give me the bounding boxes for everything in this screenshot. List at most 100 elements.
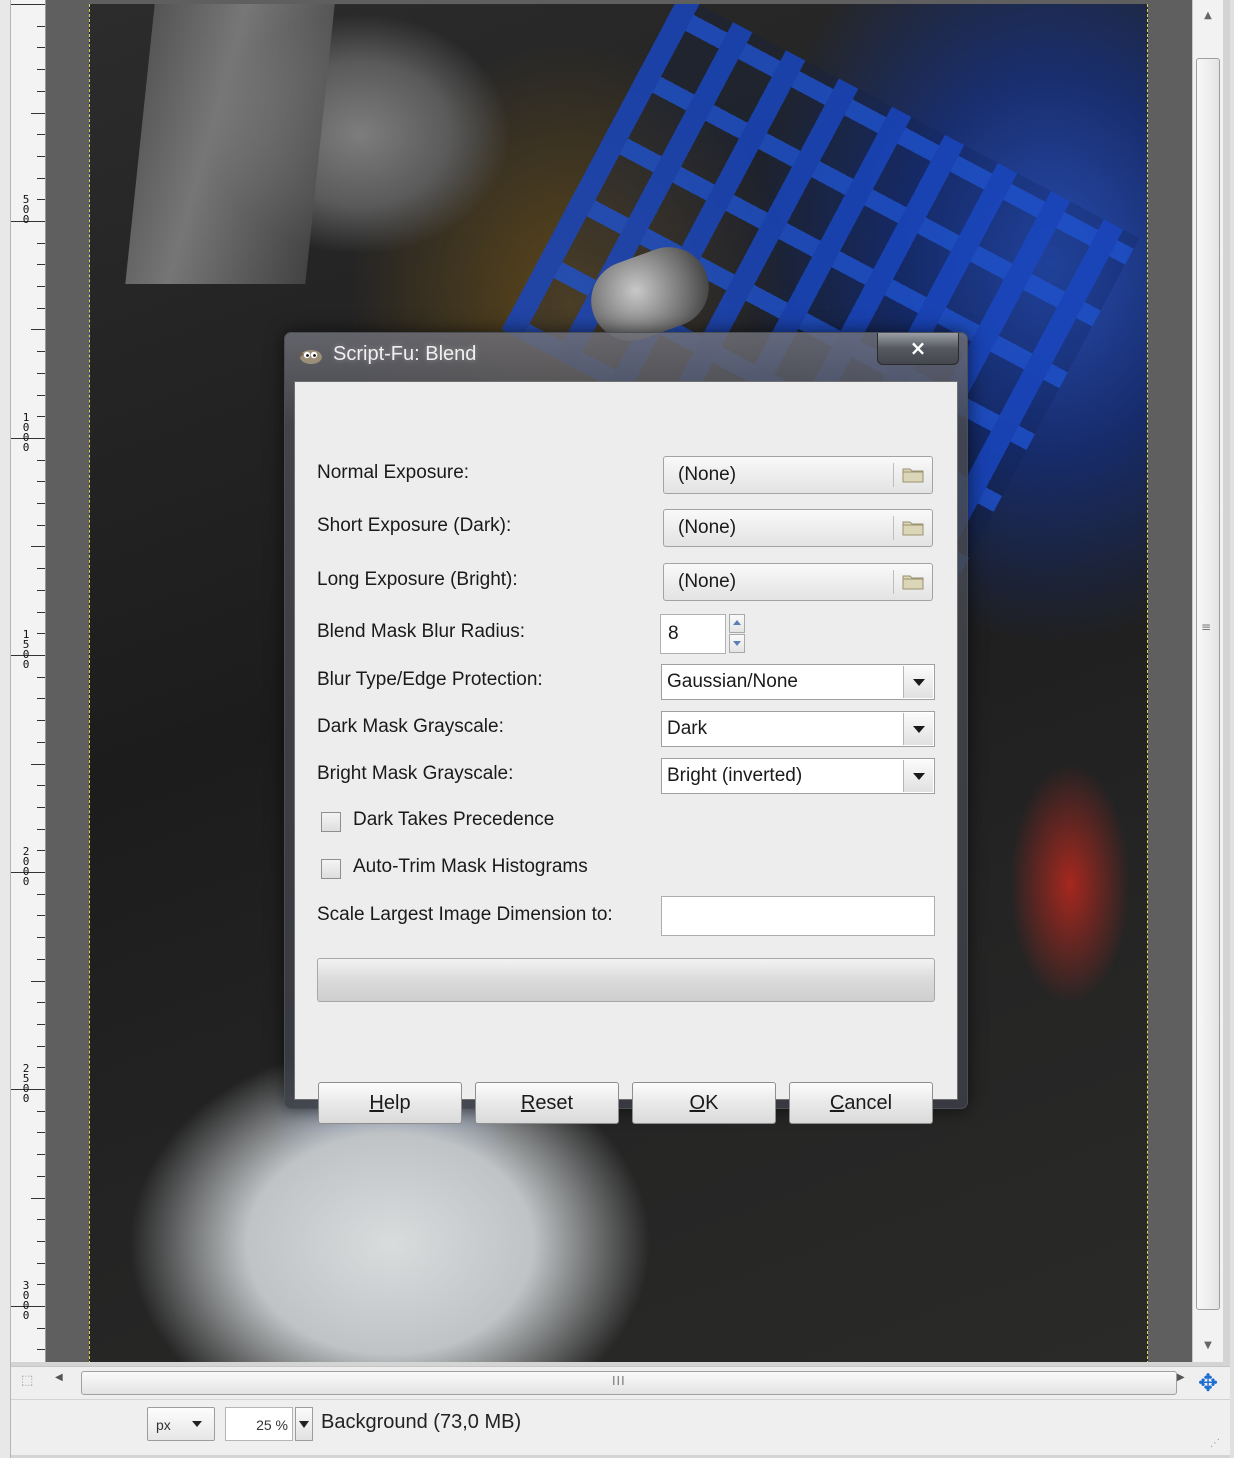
photo-stone-region xyxy=(125,4,335,284)
ruler-tick xyxy=(37,134,45,135)
normal-exposure-file-button[interactable]: (None) xyxy=(663,456,933,494)
blur-type-label: Blur Type/Edge Protection: xyxy=(317,669,543,690)
scroll-grip-icon: ≡ xyxy=(1201,620,1212,634)
ruler-label: 1000 xyxy=(22,411,30,454)
scroll-grip-icon: III xyxy=(612,1374,626,1388)
blur-type-select[interactable]: Gaussian/None xyxy=(661,664,935,700)
short-exposure-label: Short Exposure (Dark): xyxy=(317,515,512,536)
ok-button[interactable]: OK xyxy=(632,1082,776,1124)
chevron-down-icon[interactable] xyxy=(903,713,933,745)
dialog-content: Normal Exposure: (None) Short Exposure (… xyxy=(294,381,958,1124)
blur-radius-stepper[interactable] xyxy=(729,614,745,654)
ok-mnemonic: O xyxy=(689,1092,706,1114)
ruler-tick xyxy=(37,698,45,699)
bright-mask-select[interactable]: Bright (inverted) xyxy=(661,758,935,794)
short-exposure-file-button[interactable]: (None) xyxy=(663,509,933,547)
ruler-tick xyxy=(37,395,45,396)
vertical-scrollbar[interactable]: ▲ ≡ ▼ xyxy=(1192,0,1223,1362)
reset-button[interactable]: Reset xyxy=(475,1082,619,1124)
chevron-down-icon[interactable] xyxy=(903,666,933,698)
zoom-field[interactable]: 25 % xyxy=(225,1407,293,1441)
stepper-up-icon[interactable] xyxy=(729,614,745,633)
scale-input[interactable] xyxy=(661,896,935,936)
vertical-scroll-thumb[interactable] xyxy=(1196,58,1220,1310)
ruler-tick xyxy=(37,1046,45,1047)
ruler-tick xyxy=(37,69,45,70)
scroll-right-arrow-icon[interactable]: ▶ xyxy=(1177,1372,1185,1383)
zoom-dropdown-button[interactable] xyxy=(295,1407,313,1441)
ruler-tick xyxy=(37,26,45,27)
ruler-tick xyxy=(37,1154,45,1155)
ruler-tick xyxy=(37,1349,45,1350)
ruler-tick xyxy=(37,1111,45,1112)
ruler-tick xyxy=(37,612,45,613)
help-label: elp xyxy=(383,1092,411,1114)
ruler-tick xyxy=(37,1002,45,1003)
ruler-tick xyxy=(37,959,45,960)
ruler-tick xyxy=(37,633,45,634)
blur-radius-label: Blend Mask Blur Radius: xyxy=(317,621,526,642)
ruler-tick xyxy=(37,156,45,157)
ruler-tick xyxy=(37,416,45,417)
ruler-label: 2500 xyxy=(22,1062,30,1105)
ruler-tick xyxy=(37,1219,45,1220)
gimp-icon xyxy=(299,350,322,364)
close-button[interactable]: × xyxy=(877,333,959,365)
ruler-tick xyxy=(31,764,45,765)
navigate-icon[interactable]: ✥ xyxy=(1195,1370,1221,1396)
short-exposure-value: (None) xyxy=(678,517,737,538)
normal-exposure-value: (None) xyxy=(678,464,737,485)
ruler-tick xyxy=(37,568,45,569)
ruler-tick xyxy=(37,829,45,830)
ruler-tick xyxy=(37,590,45,591)
dark-mask-select[interactable]: Dark xyxy=(661,711,935,747)
scroll-down-arrow-icon[interactable]: ▼ xyxy=(1193,1334,1223,1358)
ruler-label: 2000 xyxy=(22,845,30,888)
ruler-label: 500 xyxy=(22,193,30,226)
close-icon: × xyxy=(909,336,927,360)
help-button[interactable]: Help xyxy=(318,1082,462,1124)
vertical-ruler[interactable]: 500 1000 1500 2000 2500 3000 xyxy=(11,0,46,1362)
ruler-tick xyxy=(37,525,45,526)
long-exposure-value: (None) xyxy=(678,571,737,592)
ruler-tick xyxy=(37,1067,45,1068)
ok-label: K xyxy=(705,1092,719,1114)
ruler-tick xyxy=(37,1132,45,1133)
window-left-border xyxy=(0,0,11,1458)
scroll-left-arrow-icon[interactable]: ◀ xyxy=(55,1372,63,1383)
dark-precedence-checkbox[interactable] xyxy=(321,812,341,832)
ruler-tick xyxy=(37,1176,45,1177)
chevron-down-icon[interactable] xyxy=(903,760,933,792)
unit-value: px xyxy=(156,1417,171,1433)
auto-trim-label[interactable]: Auto-Trim Mask Histograms xyxy=(353,856,588,878)
ruler-tick xyxy=(31,981,45,982)
ruler-tick xyxy=(37,243,45,244)
stepper-down-icon[interactable] xyxy=(729,634,745,653)
blur-radius-input[interactable]: 8 xyxy=(660,614,726,654)
auto-trim-checkbox[interactable] xyxy=(321,859,341,879)
dialog-title: Script-Fu: Blend xyxy=(333,343,477,365)
ruler-tick xyxy=(37,807,45,808)
ruler-label: 3000 xyxy=(22,1279,30,1322)
quick-mask-icon[interactable]: ⬚ xyxy=(21,1373,41,1391)
scroll-up-arrow-icon[interactable]: ▲ xyxy=(1193,4,1223,28)
unit-selector[interactable]: px xyxy=(147,1407,215,1441)
horizontal-scroll-thumb[interactable]: III xyxy=(81,1371,1177,1395)
ruler-tick xyxy=(37,850,45,851)
long-exposure-file-button[interactable]: (None) xyxy=(663,563,933,601)
bright-mask-value: Bright (inverted) xyxy=(667,765,803,786)
ruler-tick xyxy=(31,329,45,330)
ruler-tick xyxy=(37,1284,45,1285)
dialog-titlebar[interactable]: Script-Fu: Blend × xyxy=(285,333,967,379)
ruler-tick xyxy=(37,1241,45,1242)
ruler-tick xyxy=(37,1263,45,1264)
ruler-label: 1500 xyxy=(22,628,30,671)
ruler-tick xyxy=(37,785,45,786)
dark-precedence-label[interactable]: Dark Takes Precedence xyxy=(353,809,554,831)
folder-icon xyxy=(902,468,924,483)
ruler-tick xyxy=(37,1024,45,1025)
resize-grip-icon[interactable]: ⋰ xyxy=(1210,1438,1220,1449)
long-exposure-label: Long Exposure (Bright): xyxy=(317,569,518,590)
cancel-button[interactable]: Cancel xyxy=(789,1082,933,1124)
window-right-border xyxy=(1230,0,1234,1458)
